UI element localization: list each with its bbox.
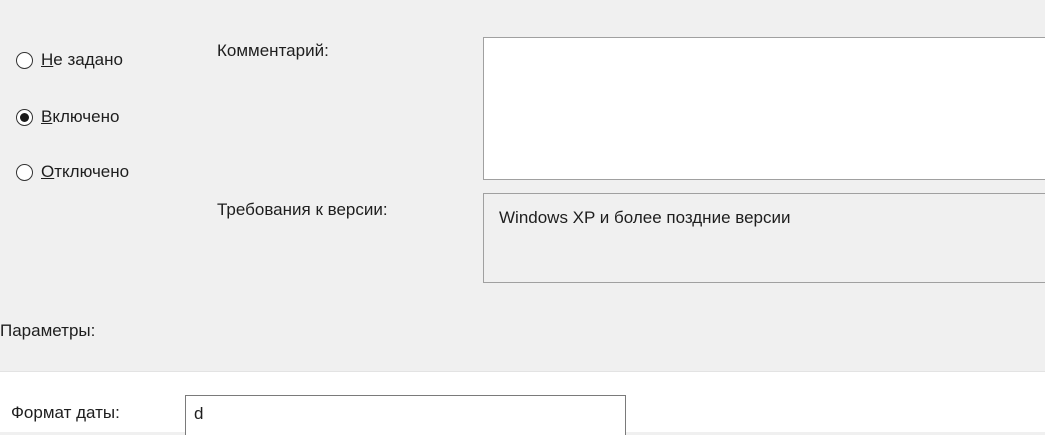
radio-disabled-text: тключено	[54, 162, 130, 181]
version-requirements-box[interactable]: Windows XP и более поздние версии	[483, 193, 1045, 283]
radio-disabled[interactable]: Отключено	[16, 160, 129, 184]
policy-setting-dialog: Не задано Включено Отключено Комментарий…	[0, 0, 1045, 435]
policy-state-panel: Не задано Включено Отключено Комментарий…	[0, 0, 1045, 372]
radio-not-configured-text: е задано	[53, 50, 123, 69]
date-format-input[interactable]: d	[185, 395, 626, 435]
radio-not-configured[interactable]: Не задано	[16, 48, 123, 72]
radio-enabled-indicator[interactable]	[16, 108, 33, 126]
radio-enabled-text: ключено	[52, 107, 120, 126]
comment-label: Комментарий:	[217, 41, 329, 60]
version-requirements-label: Требования к версии:	[217, 200, 388, 219]
parameters-label: Параметры:	[0, 321, 96, 340]
radio-disabled-mnemonic: О	[41, 162, 55, 181]
date-format-value: d	[194, 404, 204, 423]
radio-enabled[interactable]: Включено	[16, 105, 119, 129]
radio-not-configured-mnemonic: Н	[41, 50, 54, 69]
radio-not-configured-label[interactable]: Не задано	[41, 50, 123, 70]
radio-enabled-label[interactable]: Включено	[41, 107, 119, 127]
radio-disabled-indicator[interactable]	[16, 163, 33, 181]
comment-textarea[interactable]	[483, 37, 1045, 180]
radio-enabled-mnemonic: В	[41, 107, 53, 126]
radio-not-configured-indicator[interactable]	[16, 51, 33, 69]
version-requirements-value: Windows XP и более поздние версии	[499, 208, 791, 227]
radio-disabled-label[interactable]: Отключено	[41, 162, 129, 182]
date-format-label: Формат даты:	[11, 403, 120, 422]
